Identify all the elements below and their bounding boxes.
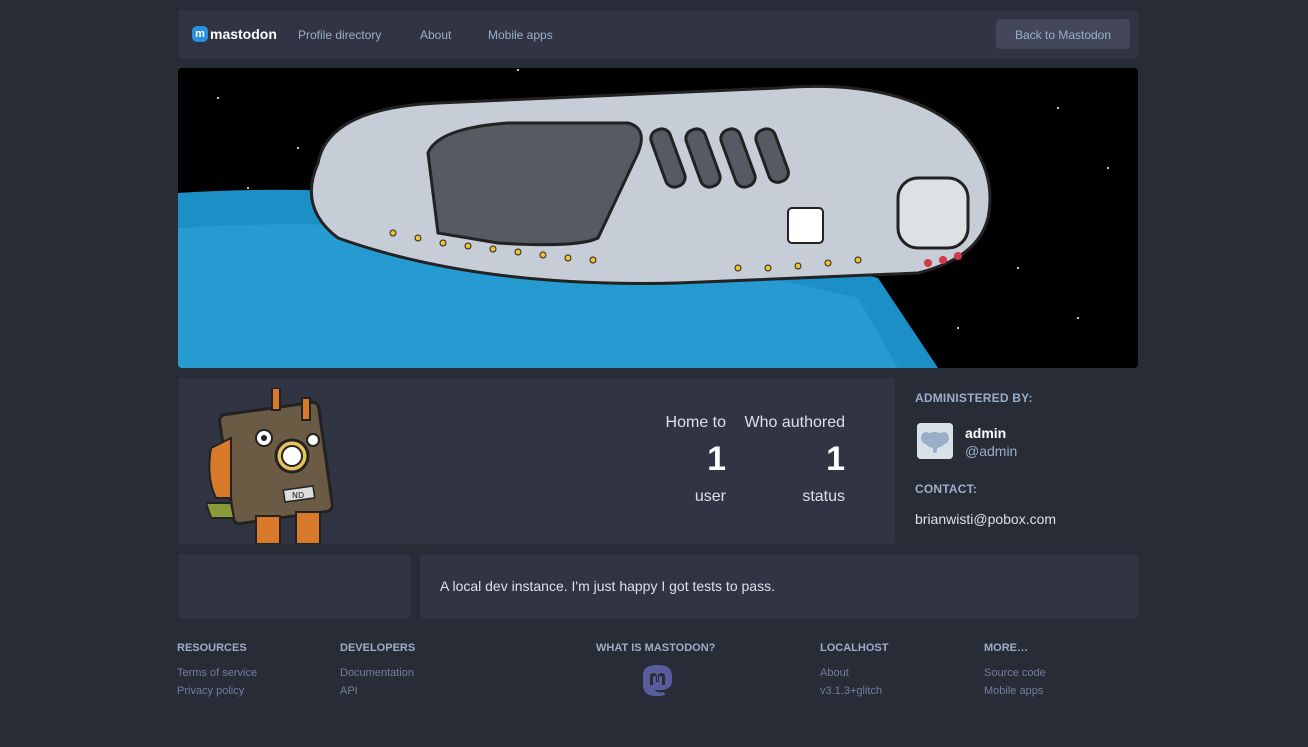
spaceship-hero-image [178,68,1138,368]
footer-api-link[interactable]: API [340,685,358,697]
users-count: 1 [707,440,726,478]
mastodon-footer-icon[interactable] [640,664,675,700]
hero-image [178,68,1138,368]
admin-avatar[interactable] [917,423,953,459]
footer-version-link[interactable]: v3.1.3+glitch [820,685,882,697]
brand-wordmark: mastodon [210,26,277,42]
users-stat: Home to 1 user [658,414,726,506]
footer-privacy-link[interactable]: Privacy policy [177,685,244,697]
contact-heading: CONTACT: [915,482,978,496]
footer-more-heading: MORE… [984,642,1028,654]
footer-what-is-heading: WHAT IS MASTODON? [596,642,716,654]
nav-mobile-apps[interactable]: Mobile apps [488,28,553,42]
nav-profile-directory[interactable]: Profile directory [298,28,381,42]
footer-documentation-link[interactable]: Documentation [340,667,414,679]
empty-info-panel [178,554,410,618]
contact-email[interactable]: brianwisti@pobox.com [915,511,1056,527]
instance-description: A local dev instance. I'm just happy I g… [440,578,775,594]
footer-resources-heading: RESOURCES [177,642,247,654]
footer-about-link[interactable]: About [820,667,849,679]
mastodon-logo-icon: m [192,26,208,42]
statuses-stat-label: Who authored [744,414,845,431]
elephant-avatar-icon [917,423,953,459]
footer-source-code-link[interactable]: Source code [984,667,1046,679]
nav-about[interactable]: About [420,28,451,42]
top-navigation-bar: m mastodon Profile directory About Mobil… [178,10,1138,58]
users-stat-label: Home to [665,414,726,431]
statuses-unit: status [802,488,845,505]
administered-by-heading: ADMINISTERED BY: [915,391,1033,405]
footer-localhost-heading: LOCALHOST [820,642,889,654]
admin-username[interactable]: @admin [965,443,1017,459]
footer-developers-heading: DEVELOPERS [340,642,416,654]
footer-terms-link[interactable]: Terms of service [177,667,257,679]
back-to-mastodon-button[interactable]: Back to Mastodon [996,19,1130,49]
statuses-count: 1 [826,440,845,478]
statuses-stat: Who authored 1 status [738,414,845,506]
instance-description-panel: A local dev instance. I'm just happy I g… [420,554,1138,618]
instance-stats-panel: ND Home to 1 user Who authored 1 status [178,378,895,544]
svg-text:ND: ND [292,491,304,500]
mastodon-logo-link[interactable]: m mastodon [192,26,277,42]
users-unit: user [694,488,726,505]
robot-mascot-image: ND [206,388,334,544]
admin-display-name[interactable]: admin [965,425,1006,441]
footer-mobile-apps-link[interactable]: Mobile apps [984,685,1043,697]
